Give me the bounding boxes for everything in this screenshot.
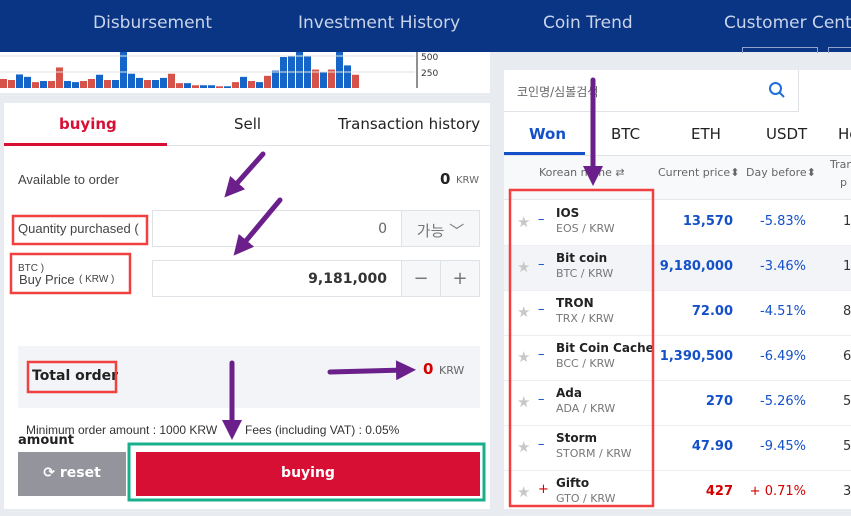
annotation-box <box>127 442 486 502</box>
annotation-box <box>508 188 655 508</box>
annotation-arrow <box>233 197 283 256</box>
annotation-box <box>9 252 132 295</box>
annotation-arrow <box>327 360 416 381</box>
annotation-box <box>11 214 149 246</box>
annotation-overlay <box>9 77 655 508</box>
annotation-arrow <box>224 151 266 198</box>
annotation-box <box>26 360 118 394</box>
